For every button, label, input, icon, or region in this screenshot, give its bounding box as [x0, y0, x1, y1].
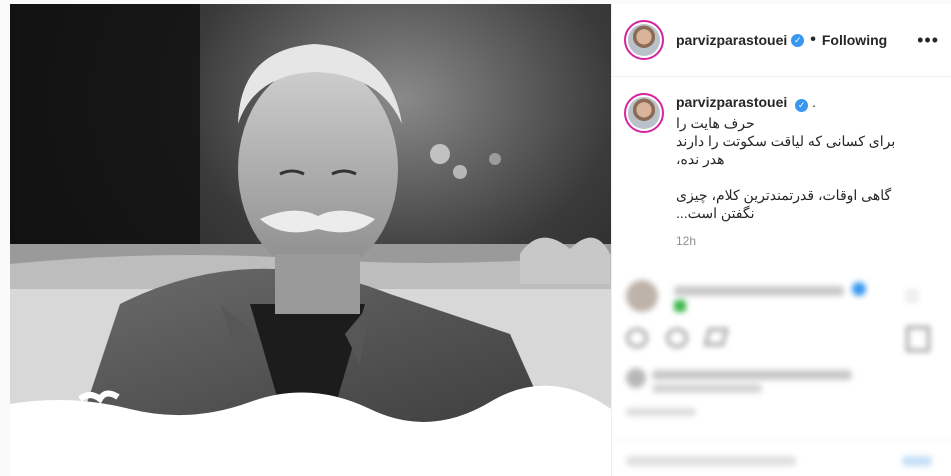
caption-username-link[interactable]: parvizparastouei — [676, 94, 787, 110]
comment-avatar — [626, 280, 658, 312]
post-button[interactable] — [902, 456, 932, 466]
verified-badge-icon: ✓ — [791, 33, 805, 47]
caption-suffix: . — [812, 94, 816, 110]
blurred-comments-area — [612, 266, 951, 476]
post-photo[interactable] — [10, 4, 611, 476]
liked-by-placeholder — [652, 370, 852, 380]
comment-icon[interactable] — [666, 328, 688, 348]
comment-placeholder — [674, 286, 844, 296]
avatar-image — [628, 97, 660, 129]
portrait-image — [10, 4, 611, 476]
separator-dot: • — [810, 31, 816, 48]
liked-by-placeholder — [652, 384, 762, 393]
post-date-placeholder — [626, 408, 696, 416]
avatar-image — [628, 24, 660, 56]
more-options-icon[interactable]: ••• — [917, 30, 939, 51]
heart-icon[interactable] — [906, 290, 918, 302]
following-button[interactable]: Following — [822, 32, 887, 48]
liked-by-avatar — [626, 368, 646, 388]
badge-icon — [674, 300, 686, 312]
post-sidebar: parvizparastouei ✓ • Following ••• parvi… — [611, 4, 951, 476]
username-link[interactable]: parvizparastouei — [676, 32, 787, 48]
verified-badge-icon — [852, 282, 866, 296]
post-header: parvizparastouei ✓ • Following ••• — [612, 4, 951, 77]
caption-body: parvizparastouei ✓ . حرف هایت را برای کس… — [676, 93, 939, 250]
share-icon[interactable] — [703, 328, 729, 346]
caption: parvizparastouei ✓ . حرف هایت را برای کس… — [612, 77, 951, 250]
caption-avatar[interactable] — [624, 93, 664, 133]
save-icon[interactable] — [906, 326, 930, 352]
avatar[interactable] — [624, 20, 664, 60]
caption-text: حرف هایت را برای کسانی که لیاقت سکوتت را… — [676, 115, 896, 221]
divider — [612, 440, 951, 441]
timestamp[interactable]: 12h — [676, 232, 939, 250]
heart-icon[interactable] — [626, 328, 648, 348]
verified-badge-icon: ✓ — [795, 99, 809, 112]
add-comment-placeholder[interactable] — [626, 456, 796, 466]
